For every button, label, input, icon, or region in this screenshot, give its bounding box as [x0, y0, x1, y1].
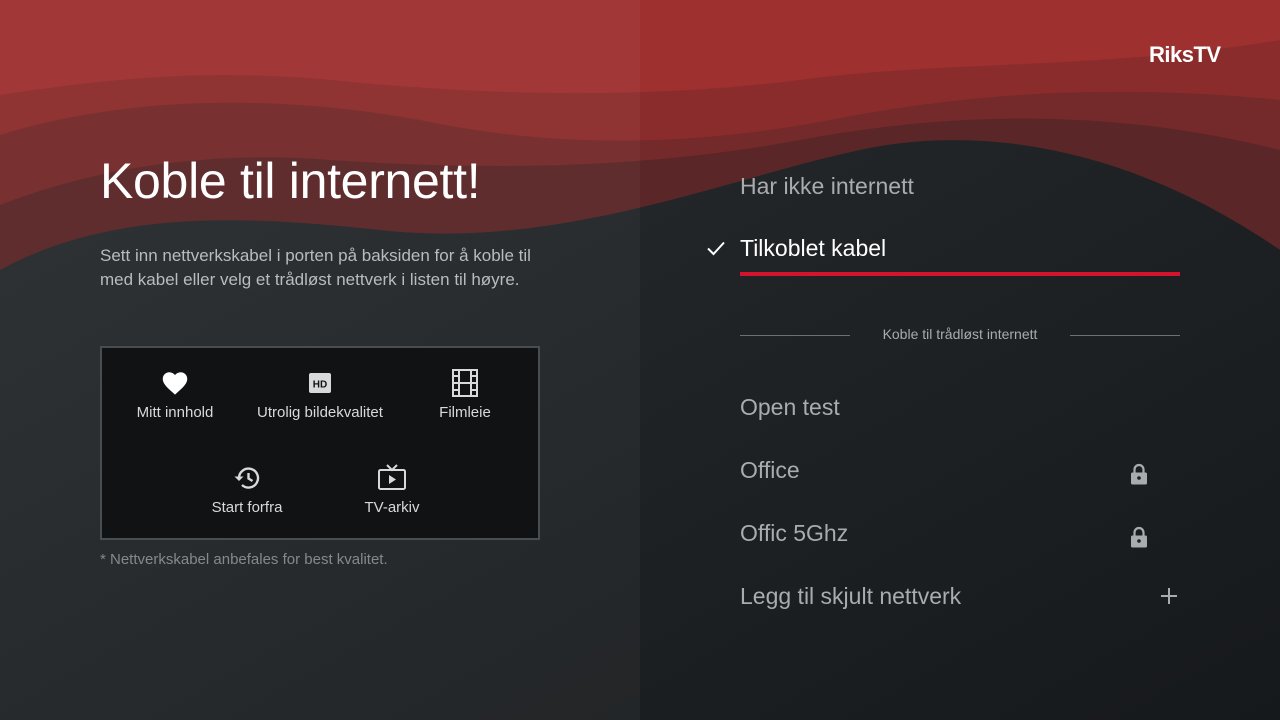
tv-archive-icon	[377, 463, 407, 493]
hd-icon: HD	[308, 368, 332, 398]
restart-icon	[233, 463, 261, 493]
wireless-divider: Koble til trådløst internett	[740, 325, 1180, 345]
rikstv-logo: RiksTV	[1149, 42, 1221, 67]
page-title: Koble til internett!	[100, 153, 481, 209]
selection-underline	[740, 272, 1180, 276]
footnote: * Nettverkskabel anbefales for best kval…	[100, 551, 388, 568]
heart-icon	[161, 368, 189, 398]
feature-tv-arkiv: TV-arkiv	[307, 463, 477, 516]
option-cable-connected[interactable]: Tilkoblet kabel	[740, 235, 886, 262]
network-item[interactable]: Open test	[740, 394, 1180, 426]
lock-icon	[1130, 526, 1148, 553]
divider-line-right	[1070, 335, 1180, 336]
network-item[interactable]: Offic 5Ghz	[740, 520, 1180, 552]
feature-label: Start forfra	[211, 499, 283, 516]
network-item[interactable]: Office	[740, 457, 1180, 489]
wireless-heading: Koble til trådløst internett	[882, 326, 1038, 342]
feature-filmleie: Filmleie	[380, 368, 550, 421]
feature-label: Mitt innhold	[136, 404, 214, 421]
svg-text:HD: HD	[313, 380, 327, 391]
feature-label: Utrolig bildekvalitet	[257, 404, 383, 421]
network-name: Legg til skjult nettverk	[740, 583, 962, 609]
feature-label: Filmleie	[439, 404, 491, 421]
checkmark-icon	[706, 238, 726, 263]
intro-description: Sett inn nettverkskabel i porten på baks…	[100, 246, 531, 289]
add-hidden-network[interactable]: Legg til skjult nettverk	[740, 583, 1180, 615]
film-icon	[451, 368, 479, 398]
plus-icon	[1160, 587, 1178, 610]
features-box: Mitt innhold HD Utrolig bildekvalitet Fi…	[100, 346, 540, 540]
option-no-internet[interactable]: Har ikke internett	[740, 173, 914, 200]
network-name: Office	[740, 457, 800, 483]
feature-label: TV-arkiv	[364, 499, 420, 516]
network-name: Open test	[740, 394, 840, 420]
network-name: Offic 5Ghz	[740, 520, 849, 546]
lock-icon	[1130, 463, 1148, 490]
